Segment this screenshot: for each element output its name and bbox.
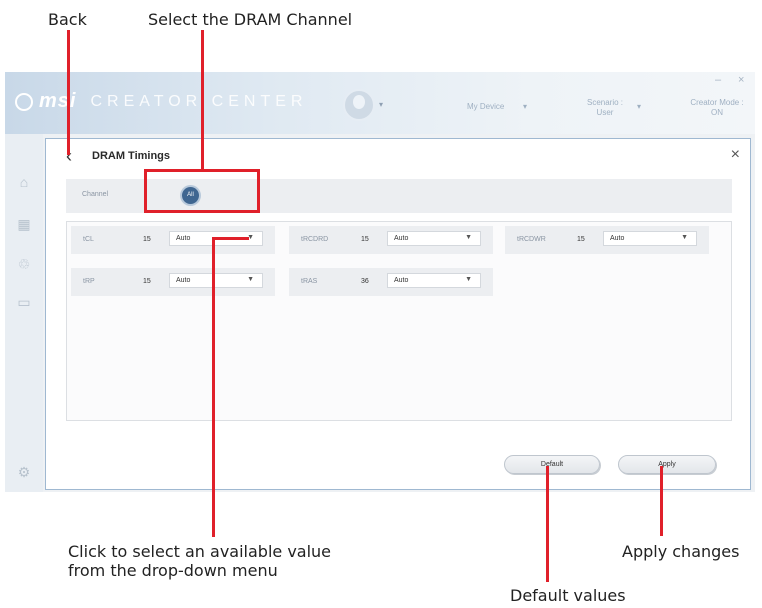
sidebar: ⌂ ▦ ♲ ▭ ⚙ [5, 134, 43, 492]
caret-down-icon: ▼ [247, 276, 254, 283]
window-close-button[interactable]: × [738, 74, 744, 86]
timing-cell-tcl: tCL 15 Auto ▼ [71, 226, 275, 254]
caret-down-icon: ▼ [465, 234, 472, 241]
callout-apply: Apply changes [622, 542, 740, 561]
dropdown-pointer-line [212, 237, 215, 537]
timing-dropdown[interactable]: Auto ▼ [169, 273, 263, 288]
dragon-shield-icon [15, 92, 33, 111]
timings-grid: tCL 15 Auto ▼ tRCDRD 15 Auto ▼ tRCDWR 15 [66, 221, 732, 421]
callout-dropdown-line1: Click to select an available value [68, 542, 332, 561]
timing-name: tRAS [301, 278, 318, 285]
timing-cell-tras: tRAS 36 Auto ▼ [289, 268, 493, 296]
toolbox-icon[interactable]: ▭ [16, 294, 32, 310]
dropdown-value: Auto [176, 235, 191, 242]
channel-label: Channel [82, 191, 109, 198]
apply-button[interactable]: Apply [618, 455, 716, 474]
caret-down-icon: ▼ [681, 234, 688, 241]
back-pointer-line [67, 30, 70, 155]
callout-select-channel: Select the DRAM Channel [148, 10, 353, 29]
close-icon[interactable]: × [731, 146, 740, 164]
timing-cell-trcdrd: tRCDRD 15 Auto ▼ [289, 226, 493, 254]
timing-cell-trcdwr: tRCDWR 15 Auto ▼ [505, 226, 709, 254]
timing-value: 36 [361, 278, 369, 285]
grid-icon[interactable]: ▦ [16, 216, 32, 232]
channel-pointer-line [201, 30, 204, 170]
timing-name: tCL [83, 236, 94, 243]
callout-default: Default values [510, 586, 626, 605]
timing-cell-trp: tRP 15 Auto ▼ [71, 268, 275, 296]
home-icon[interactable]: ⌂ [16, 174, 32, 190]
callout-dropdown-line2: from the drop-down menu [68, 561, 278, 580]
recycle-icon[interactable]: ♲ [16, 256, 32, 272]
default-pointer-line [546, 466, 549, 582]
gear-icon[interactable]: ⚙ [16, 464, 32, 480]
timing-dropdown[interactable]: Auto ▼ [603, 231, 697, 246]
apply-pointer-line [660, 466, 663, 536]
channel-highlight-box [144, 169, 260, 213]
app-header: msi CREATOR CENTER ▾ My Device ▾ Scenari… [5, 72, 755, 134]
dropdown-value: Auto [176, 277, 191, 284]
chevron-down-icon[interactable]: ▾ [379, 100, 383, 109]
avatar[interactable] [343, 89, 375, 121]
timing-dropdown[interactable]: Auto ▼ [387, 273, 481, 288]
creator-mode-label: Creator Mode : [690, 98, 744, 107]
product-name: CREATOR CENTER [90, 92, 308, 110]
app-window: msi CREATOR CENTER ▾ My Device ▾ Scenari… [5, 72, 755, 492]
timing-value: 15 [143, 278, 151, 285]
dropdown-value: Auto [394, 235, 409, 242]
timing-dropdown[interactable]: Auto ▼ [387, 231, 481, 246]
timing-name: tRCDRD [301, 236, 329, 243]
scenario-value: User [596, 108, 614, 117]
scenario-label: Scenario : [586, 98, 624, 107]
dropdown-pointer-h [213, 237, 249, 240]
brand-name: msi [39, 90, 77, 112]
chevron-down-icon[interactable]: ▾ [523, 102, 527, 111]
timing-value: 15 [577, 236, 585, 243]
brand-logo: msi CREATOR CENTER [15, 90, 307, 113]
timing-value: 15 [361, 236, 369, 243]
timing-name: tRP [83, 278, 95, 285]
dropdown-value: Auto [610, 235, 625, 242]
creator-mode-value: ON [711, 108, 723, 117]
my-device-label[interactable]: My Device [467, 102, 504, 112]
scenario-selector[interactable]: Scenario : User [581, 98, 629, 118]
creator-mode-status[interactable]: Creator Mode : ON [687, 98, 747, 118]
page-title: DRAM Timings [92, 150, 171, 162]
dropdown-value: Auto [394, 277, 409, 284]
minimize-button[interactable]: – [715, 74, 721, 86]
callout-back: Back [48, 10, 87, 29]
caret-down-icon: ▼ [465, 276, 472, 283]
timing-value: 15 [143, 236, 151, 243]
default-button[interactable]: Default [504, 455, 600, 474]
chevron-down-icon[interactable]: ▾ [637, 102, 641, 111]
callout-dropdown: Click to select an available value from … [68, 542, 331, 580]
timing-name: tRCDWR [517, 236, 546, 243]
